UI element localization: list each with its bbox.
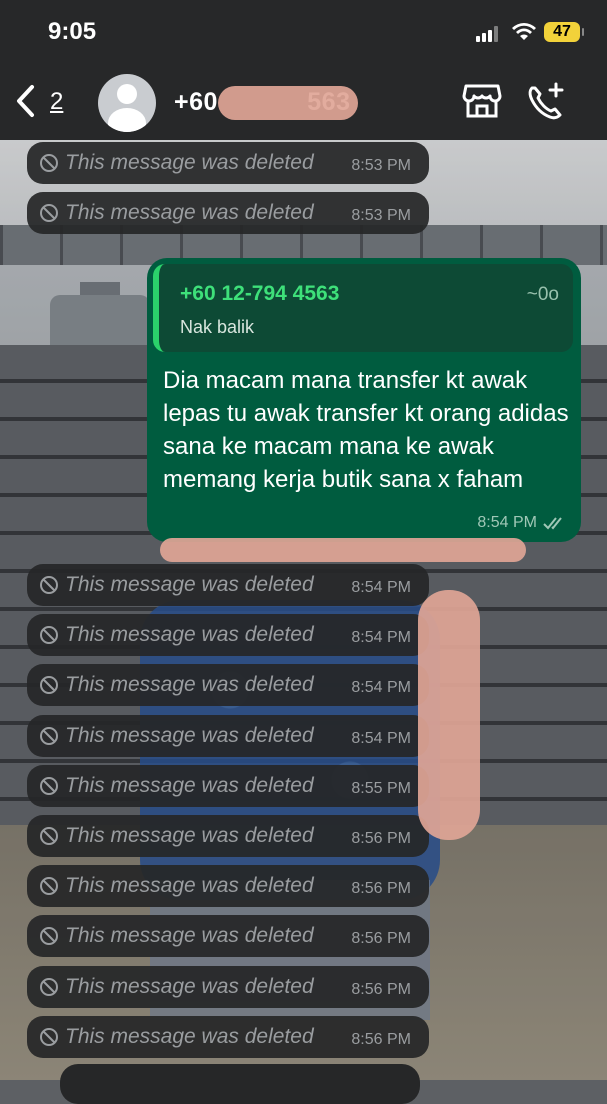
ban-icon: [40, 676, 58, 695]
wifi-icon: [512, 23, 536, 40]
partial-message: [60, 1064, 420, 1104]
ban-icon: [40, 626, 58, 645]
deleted-message[interactable]: This message was deleted 8:53 PM: [27, 142, 429, 184]
ban-icon: [40, 204, 58, 222]
deleted-message-text: This message was deleted: [65, 824, 314, 847]
quoted-text: Nak balik: [180, 317, 255, 337]
message-time: 8:55 PM: [351, 779, 411, 797]
deleted-message[interactable]: This message was deleted 8:56 PM: [27, 1015, 429, 1058]
avatar[interactable]: [98, 74, 156, 132]
deleted-message[interactable]: This message was deleted 8:56 PM: [27, 865, 429, 908]
deleted-message-text: This message was deleted: [65, 874, 314, 898]
message-time: 8:54 PM: [351, 629, 411, 647]
deleted-message[interactable]: This message was deleted 8:53 PM: [27, 192, 429, 234]
deleted-message[interactable]: This message was deleted 8:56 PM: [27, 815, 429, 857]
outgoing-message-bubble[interactable]: +60 12-794 4563 ~0o Nak balik Dia macam …: [147, 258, 581, 542]
deleted-message-text: This message was deleted: [65, 773, 314, 797]
battery-indicator: 47: [544, 22, 584, 42]
deleted-message[interactable]: This message was deleted 8:55 PM: [27, 764, 429, 807]
message-time: 8:56 PM: [351, 980, 411, 998]
ban-icon: [40, 827, 58, 845]
deleted-message[interactable]: This message was deleted 8:54 PM: [27, 564, 429, 606]
deleted-message-text: This message was deleted: [65, 623, 314, 647]
message-time: 8:56 PM: [351, 880, 411, 898]
message-time: 8:56 PM: [351, 830, 411, 847]
ban-icon: [40, 877, 58, 896]
ban-icon: [40, 1027, 58, 1046]
deleted-message-text: This message was deleted: [65, 924, 314, 948]
avatar-shoulders: [108, 108, 146, 132]
redaction-scribble: [418, 590, 480, 840]
ban-icon: [40, 154, 58, 172]
deleted-message-text: This message was deleted: [65, 673, 314, 697]
deleted-message-text: This message was deleted: [65, 723, 314, 747]
redaction-scribble: [160, 538, 526, 562]
deleted-message-text: This message was deleted: [65, 201, 314, 224]
ban-icon: [40, 977, 58, 996]
message-text: Dia macam mana transfer kt awak lepas tu…: [163, 367, 569, 493]
deleted-message[interactable]: This message was deleted 8:56 PM: [27, 915, 429, 958]
ban-icon: [40, 927, 58, 946]
deleted-message-text: This message was deleted: [65, 573, 314, 596]
ban-icon: [40, 576, 58, 594]
message-time: 8:56 PM: [351, 930, 411, 948]
status-bar: 9:05 47: [0, 0, 607, 66]
message-time: 8:54 PM: [351, 729, 411, 747]
phone-plus-icon[interactable]: [526, 82, 566, 122]
deleted-message[interactable]: This message was deleted 8:54 PM: [27, 664, 429, 707]
message-time: 8:54 PM: [351, 579, 411, 596]
ban-icon: [40, 776, 58, 795]
chevron-left-icon[interactable]: [14, 84, 38, 124]
ban-icon: [40, 726, 58, 745]
message-time: 8:53 PM: [351, 207, 411, 224]
message-time: 8:54 PM: [351, 679, 411, 697]
storefront-icon[interactable]: [462, 82, 502, 120]
message-time: 8:56 PM: [351, 1030, 411, 1048]
cellular-signal-icon: [476, 26, 498, 42]
deleted-message[interactable]: This message was deleted 8:54 PM: [27, 614, 429, 657]
quoted-message[interactable]: +60 12-794 4563 ~0o Nak balik: [153, 264, 573, 352]
message-time: 8:54 PM: [477, 514, 537, 531]
avatar-head: [117, 84, 137, 104]
unread-count[interactable]: 2: [50, 88, 63, 116]
double-check-icon: [543, 517, 562, 530]
deleted-message[interactable]: This message was deleted 8:54 PM: [27, 714, 429, 757]
status-time: 9:05: [48, 18, 97, 45]
deleted-message[interactable]: This message was deleted 8:56 PM: [27, 965, 429, 1008]
deleted-message-text: This message was deleted: [65, 974, 314, 998]
deleted-message-text: This message was deleted: [65, 151, 314, 174]
deleted-message-text: This message was deleted: [65, 1024, 314, 1048]
quoted-sender: +60 12-794 4563: [180, 282, 340, 305]
message-time: 8:53 PM: [351, 157, 411, 174]
redaction-scribble: [218, 86, 358, 120]
quoted-handle: ~0o: [526, 284, 559, 305]
